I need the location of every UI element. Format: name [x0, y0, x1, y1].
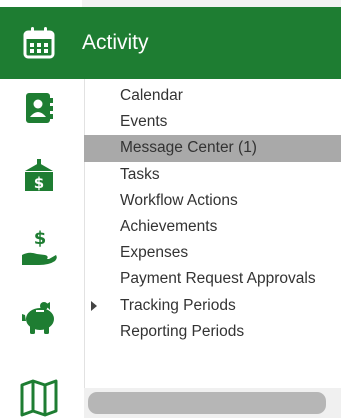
- horizontal-scrollbar-thumb[interactable]: [88, 392, 326, 414]
- caret-right-icon[interactable]: [84, 293, 104, 319]
- rail-item-contacts[interactable]: [0, 91, 78, 125]
- piggy-bank-icon: [22, 302, 54, 334]
- top-strip: [0, 0, 341, 7]
- svg-text:$: $: [34, 174, 44, 192]
- menu-item-expenses[interactable]: Expenses: [84, 240, 341, 266]
- menu-item-workflow-actions[interactable]: Workflow Actions: [84, 188, 341, 214]
- icon-rail: $ $: [0, 79, 78, 418]
- top-strip-cap: [0, 0, 82, 7]
- calendar-icon: [0, 26, 78, 60]
- menu-item-calendar[interactable]: Calendar: [84, 83, 341, 109]
- map-icon: [20, 379, 58, 417]
- menu-item-reporting-periods[interactable]: Reporting Periods: [84, 319, 341, 345]
- rail-item-payments[interactable]: $: [0, 227, 78, 267]
- hand-money-icon: $: [22, 228, 57, 265]
- rail-item-savings[interactable]: [0, 297, 78, 337]
- menu-item-message-center[interactable]: Message Center (1): [84, 135, 341, 162]
- header-title: Activity: [82, 31, 149, 54]
- menu-item-payment-request-approvals[interactable]: Payment Request Approvals: [84, 266, 341, 292]
- menu-item-tasks[interactable]: Tasks: [84, 162, 341, 188]
- svg-text:$: $: [34, 228, 47, 249]
- menu-item-tracking-periods[interactable]: Tracking Periods: [84, 293, 341, 319]
- activity-header[interactable]: Activity: [0, 7, 341, 79]
- rail-item-map[interactable]: [0, 377, 78, 417]
- menu-item-events[interactable]: Events: [84, 109, 341, 135]
- menu-item-achievements[interactable]: Achievements: [84, 214, 341, 240]
- activity-submenu: Calendar Events Message Center (1) Tasks…: [84, 83, 341, 345]
- address-book-icon: [26, 93, 53, 123]
- rail-item-donations[interactable]: $: [0, 157, 78, 193]
- menu-item-label: Tracking Periods: [120, 296, 236, 314]
- gift-receipt-icon: $: [25, 159, 53, 192]
